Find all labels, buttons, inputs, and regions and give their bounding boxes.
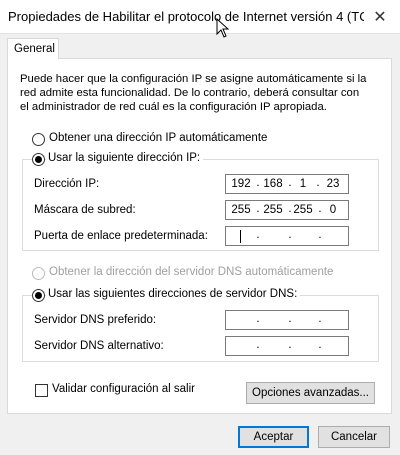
close-icon: ✕: [373, 9, 387, 26]
octet-separator: .: [288, 313, 292, 325]
subnet-mask-label: Máscara de subred:: [34, 204, 136, 216]
mask-octet-4: 0: [329, 204, 337, 216]
ip-octet-4: 23: [326, 178, 340, 190]
mask-octet-1: 255: [231, 204, 251, 216]
gateway-label: Puerta de enlace predeterminada:: [34, 230, 208, 242]
octet-separator: .: [256, 229, 260, 241]
octet-separator: .: [256, 313, 260, 325]
dns-manual-radio[interactable]: [32, 289, 45, 302]
ip-auto-label[interactable]: Obtener una dirección IP automáticamente: [49, 132, 267, 144]
subnet-mask-field[interactable]: 255 . 255 . 255 . 0: [225, 200, 349, 220]
preferred-dns-label: Servidor DNS preferido:: [34, 314, 157, 326]
dns-auto-radio[interactable]: [32, 267, 45, 280]
ip-manual-radio[interactable]: [32, 153, 45, 166]
window-title: Propiedades de Habilitar el protocolo de…: [8, 9, 364, 24]
alternate-dns-label: Servidor DNS alternativo:: [34, 340, 164, 352]
ok-button[interactable]: Aceptar: [238, 426, 309, 448]
octet-separator: .: [318, 339, 322, 351]
octet-separator: .: [256, 339, 260, 351]
validate-label[interactable]: Validar configuración al salir: [52, 383, 195, 395]
mask-octet-3: 255: [293, 204, 313, 216]
ip-octet-3: 1: [299, 178, 307, 190]
ip-address-field[interactable]: 192 . 168 . 1 . 23: [225, 174, 349, 194]
octet-separator: .: [318, 313, 322, 325]
advanced-options-button[interactable]: Opciones avanzadas...: [246, 382, 375, 404]
ip-octet-1: 192: [231, 178, 251, 190]
ip-octet-2: 168: [263, 178, 283, 190]
dns-auto-label[interactable]: Obtener la dirección del servidor DNS au…: [49, 266, 333, 278]
ip-address-label: Dirección IP:: [34, 178, 100, 190]
mouse-cursor-icon: [216, 18, 230, 38]
mask-octet-2: 255: [263, 204, 283, 216]
ip-auto-radio[interactable]: [32, 133, 45, 146]
close-button[interactable]: ✕: [360, 0, 400, 34]
dns-manual-label[interactable]: Usar las siguientes direcciones de servi…: [46, 288, 301, 300]
alternate-dns-field[interactable]: . . .: [225, 336, 349, 356]
gateway-field[interactable]: . . .: [225, 226, 349, 246]
ip-manual-label[interactable]: Usar la siguiente dirección IP:: [46, 152, 204, 164]
preferred-dns-field[interactable]: . . .: [225, 310, 349, 330]
validate-checkbox[interactable]: [35, 384, 48, 397]
tab-general[interactable]: General: [7, 38, 59, 59]
octet-separator: .: [288, 339, 292, 351]
octet-separator: .: [318, 229, 322, 241]
cancel-button[interactable]: Cancelar: [318, 426, 390, 448]
tab-general-label: General: [14, 43, 55, 55]
text-caret: [240, 230, 241, 243]
description-text: Puede hacer que la configuración IP se a…: [20, 73, 367, 113]
octet-separator: .: [288, 229, 292, 241]
title-bar[interactable]: Propiedades de Habilitar el protocolo de…: [0, 0, 400, 34]
